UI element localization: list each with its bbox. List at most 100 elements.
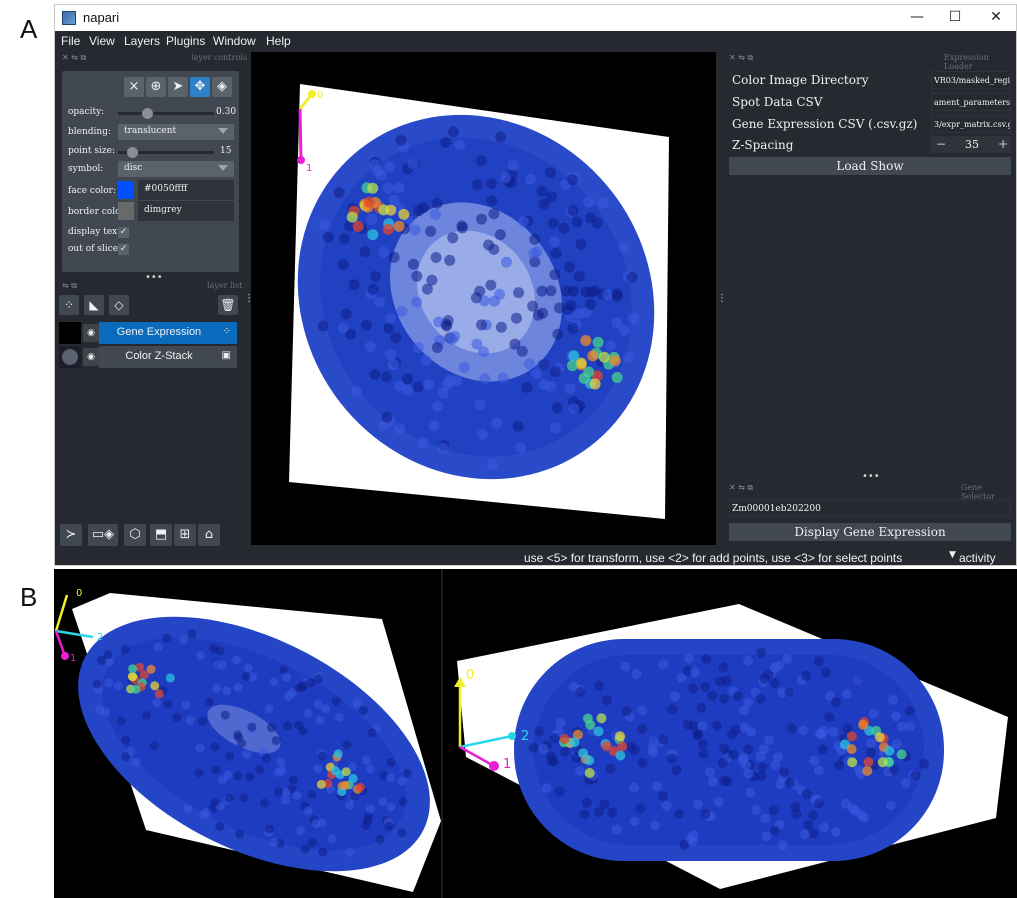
expression-spot — [318, 219, 330, 230]
border-color-swatch[interactable] — [118, 202, 134, 220]
layer-row-color-z-stack[interactable]: ◉ Color Z-Stack ▣ — [59, 346, 237, 368]
shapes-icon[interactable]: ◣ — [84, 295, 104, 315]
expression-spot — [281, 672, 291, 682]
expression-spot — [488, 243, 500, 255]
load-show-button[interactable]: Load Show — [729, 157, 1011, 175]
expression-spot — [575, 687, 586, 697]
display-gene-expression-button[interactable]: Display Gene Expression — [729, 523, 1011, 541]
high-expression-spot — [598, 351, 610, 363]
console-icon[interactable]: ≻ — [60, 524, 82, 546]
expression-spot — [507, 159, 519, 171]
expression-spot — [196, 650, 206, 660]
move-arrows-icon[interactable]: ✥ — [190, 77, 210, 97]
expression-spot — [308, 838, 317, 848]
dock-handle-icon[interactable]: ✕ ⇋ ⧉ — [729, 483, 753, 493]
status-hint: use <5> for transform, use <2> for add p… — [524, 551, 903, 565]
delete-icon[interactable]: 🗑 — [218, 295, 238, 315]
expression-spot — [370, 271, 382, 282]
ndisplay-toggle-icon[interactable]: ▭◈ — [88, 524, 118, 546]
expression-spot — [420, 354, 432, 366]
menu-window[interactable]: Window — [213, 34, 256, 48]
roll-axes-icon[interactable]: ⬡ — [124, 524, 146, 546]
expression-spot — [546, 191, 557, 203]
points-icon[interactable]: ⁘ — [59, 295, 79, 315]
gene-selector-combo[interactable]: Zm00001eb202200 — [729, 500, 1011, 517]
labels-icon[interactable]: ◇ — [109, 295, 129, 315]
opacity-slider-handle[interactable] — [141, 108, 153, 119]
expression-spot — [271, 736, 281, 745]
caret-down-icon[interactable]: ▼ — [949, 550, 956, 560]
add-points-icon[interactable]: ⊕ — [146, 77, 166, 97]
expression-spot — [149, 741, 159, 751]
expression-spot — [538, 744, 549, 754]
symbol-value: disc — [124, 163, 143, 173]
expression-spot — [649, 820, 660, 831]
menu-plugins[interactable]: Plugins — [166, 34, 205, 48]
opacity-slider[interactable] — [118, 112, 214, 115]
resize-handle-icon[interactable]: ••• — [862, 471, 880, 482]
expression-spot — [891, 739, 902, 750]
expression-spot — [549, 269, 561, 281]
display-text-checkbox[interactable]: ✓ — [118, 227, 129, 238]
expression-spot — [454, 139, 466, 151]
gene-expression-csv-input[interactable]: 3/expr_matrix.csv.gz — [931, 115, 1011, 133]
high-expression-spot — [346, 211, 358, 223]
activity-button[interactable]: activity — [959, 551, 996, 565]
menu-view[interactable]: View — [89, 34, 115, 48]
viewer-canvas[interactable]: 0 1 — [251, 52, 716, 545]
eye-icon[interactable]: ◉ — [83, 324, 99, 342]
high-expression-spot — [592, 336, 604, 348]
expression-spot — [726, 729, 737, 740]
symbol-dropdown[interactable]: disc — [118, 161, 234, 177]
expression-spot — [900, 778, 911, 789]
expression-spot — [594, 680, 604, 691]
close-button[interactable]: ✕ — [985, 9, 1007, 27]
expression-spot — [620, 661, 631, 672]
dock-handle-icon[interactable]: ✕ ⇋ ⧉ — [729, 53, 753, 63]
spot-data-csv-input[interactable]: ament_parameters.csv — [931, 93, 1011, 111]
grid-icon[interactable]: ⊞ — [174, 524, 196, 546]
minimize-button[interactable]: — — [906, 9, 928, 27]
transpose-icon[interactable]: ⬒ — [150, 524, 172, 546]
z-spacing-spinbox[interactable]: − 35 + — [931, 136, 1011, 153]
select-arrow-icon[interactable]: ➤ — [168, 77, 188, 97]
expression-spot — [538, 379, 550, 391]
blending-dropdown[interactable]: translucent — [118, 124, 234, 140]
expression-spot — [548, 756, 559, 767]
increment-button[interactable]: + — [998, 137, 1008, 151]
expression-spot — [239, 793, 249, 803]
expression-spot — [471, 179, 483, 191]
color-image-directory-input[interactable]: VR03/masked_region — [931, 71, 1011, 89]
close-icon[interactable]: × — [124, 77, 144, 97]
expression-spot — [395, 135, 407, 147]
menu-file[interactable]: File — [61, 34, 80, 48]
expression-spot — [619, 324, 631, 336]
expression-spot — [711, 720, 722, 731]
menu-layers[interactable]: Layers — [124, 34, 160, 48]
expression-spot — [631, 669, 642, 679]
expression-spot — [582, 797, 592, 808]
expression-spot — [564, 261, 575, 273]
dock-handle-icon[interactable]: ⇋ ⧉ — [62, 281, 77, 291]
eye-icon[interactable]: ◉ — [83, 348, 99, 366]
dock-handle-icon[interactable]: ✕ ⇋ ⧉ — [62, 53, 86, 63]
maximize-button[interactable]: ☐ — [944, 9, 966, 27]
point-size-slider-handle[interactable] — [127, 147, 139, 158]
border-color-field[interactable]: dimgrey — [138, 201, 234, 221]
expression-spot — [547, 217, 559, 229]
blending-label: blending: — [68, 127, 111, 137]
home-icon[interactable]: ⌂ — [198, 524, 220, 546]
resize-handle-icon[interactable]: ⋮ — [717, 293, 727, 304]
resize-handle-icon[interactable]: ••• — [145, 272, 163, 283]
layer-name: Gene Expression — [116, 326, 202, 338]
transform-icon[interactable]: ◈ — [212, 77, 232, 97]
expression-spot — [497, 372, 509, 384]
face-color-field[interactable]: #0050ffff — [138, 180, 234, 200]
layer-row-gene-expression[interactable]: ◉ Gene Expression ⁘ — [59, 322, 237, 344]
menu-help[interactable]: Help — [266, 34, 291, 48]
expression-spot — [583, 196, 595, 208]
decrement-button[interactable]: − — [936, 137, 946, 151]
face-color-swatch[interactable] — [118, 181, 134, 199]
out-of-slice-checkbox[interactable]: ✓ — [118, 244, 129, 255]
napari-logo-icon — [62, 11, 76, 25]
